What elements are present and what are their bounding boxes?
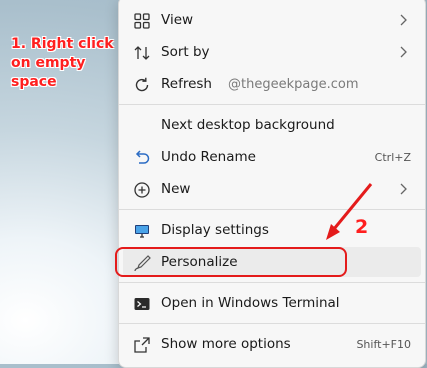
red-arrow-icon (326, 183, 373, 240)
step2-annotation: 2 (355, 216, 369, 238)
